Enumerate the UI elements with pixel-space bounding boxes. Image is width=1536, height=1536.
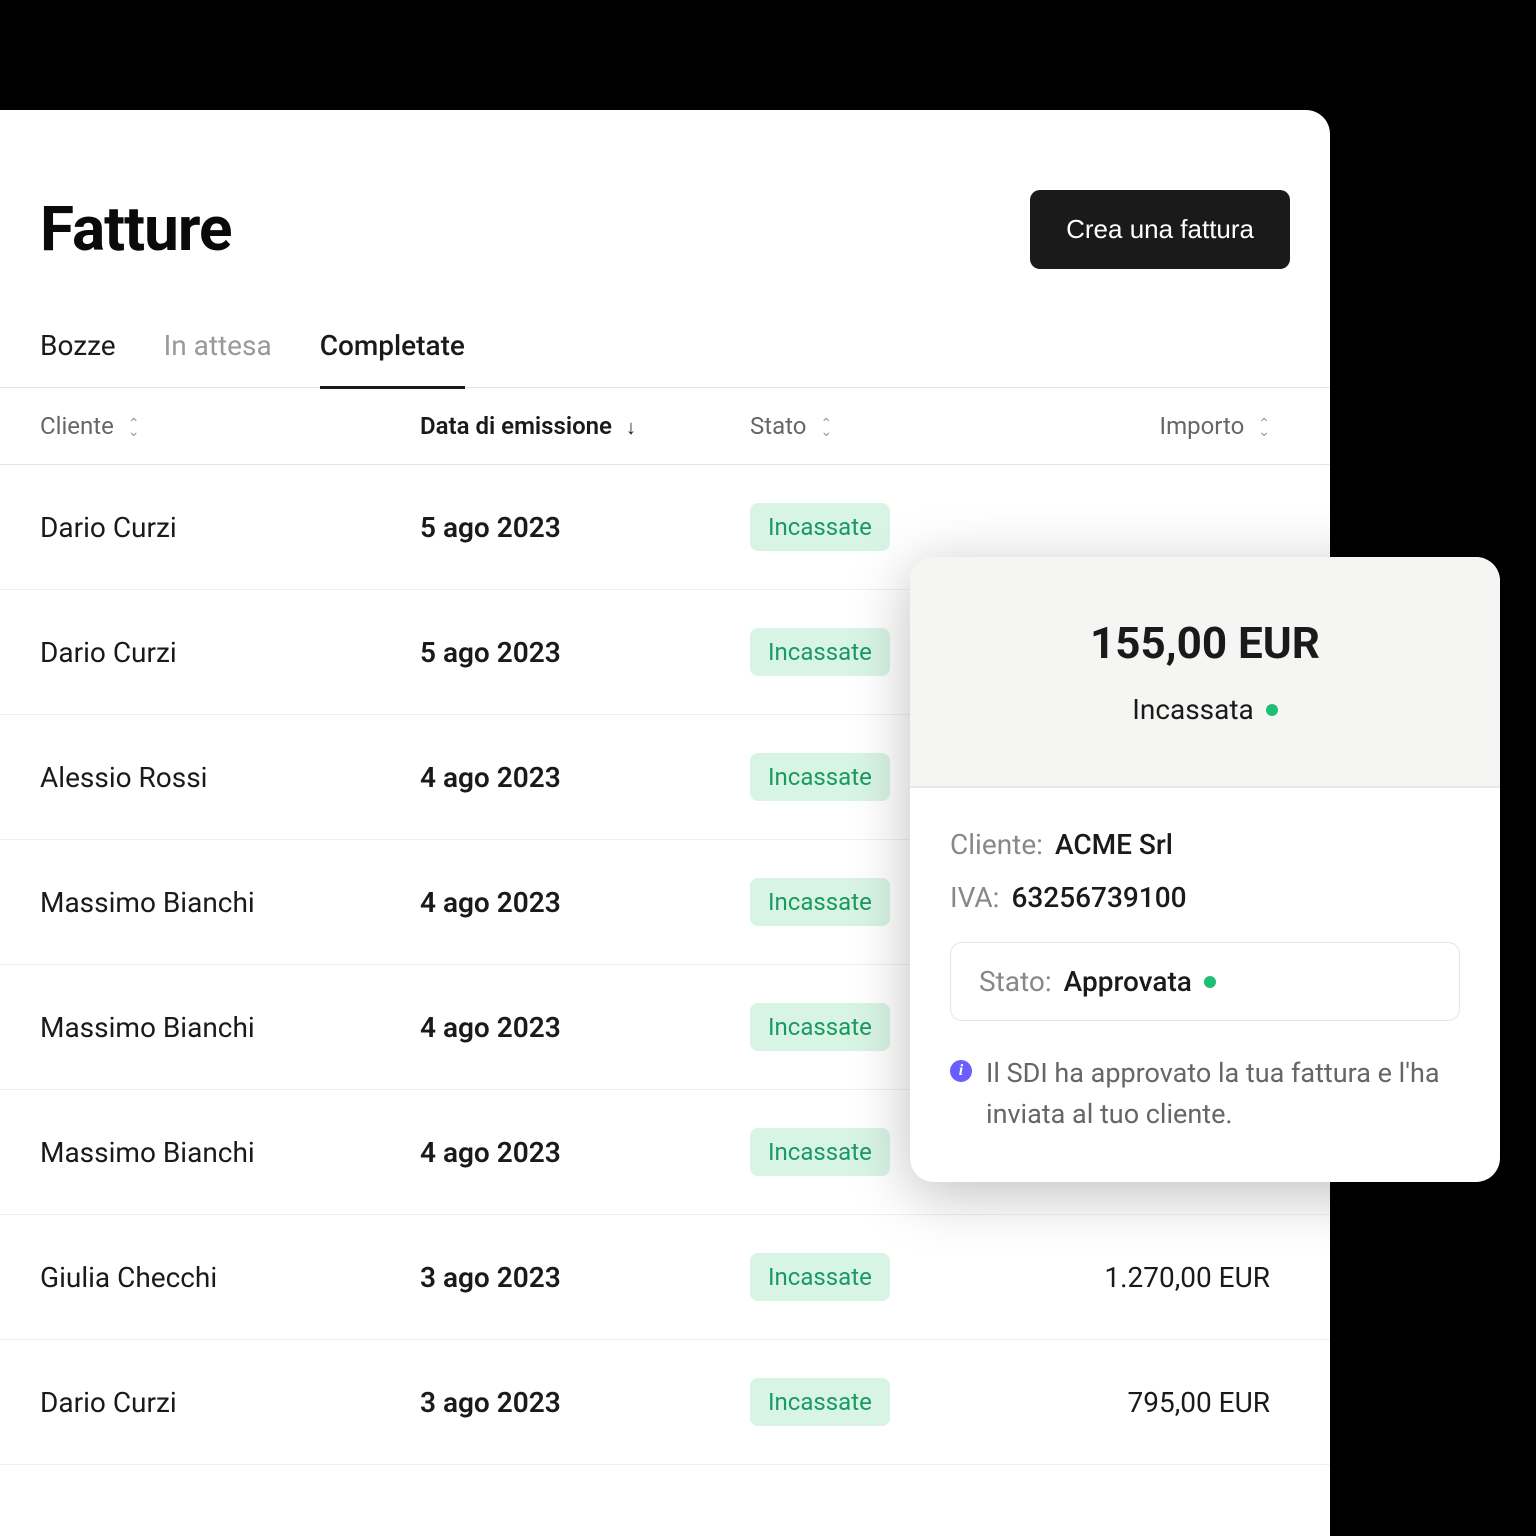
status-badge: Incassate [750, 503, 890, 551]
cell-data: 4 ago 2023 [420, 1136, 750, 1169]
detail-row-iva: IVA: 63256739100 [950, 881, 1460, 914]
sort-down-icon: ↓ [626, 415, 636, 439]
detail-cliente-label: Cliente: [950, 828, 1043, 861]
tab-bozze[interactable]: Bozze [40, 329, 116, 389]
sort-icon [1258, 420, 1270, 436]
info-icon: i [950, 1060, 972, 1082]
cell-stato: Incassate [750, 503, 1050, 551]
cell-cliente: Alessio Rossi [40, 761, 420, 794]
detail-info: i Il SDI ha approvato la tua fattura e l… [950, 1053, 1460, 1134]
detail-iva-value: 63256739100 [1011, 881, 1186, 914]
col-header-data[interactable]: Data di emissione ↓ [420, 412, 750, 440]
col-header-cliente-label: Cliente [40, 412, 114, 440]
table-header: Cliente Data di emissione ↓ Stato Import… [0, 388, 1330, 465]
status-dot-icon [1204, 976, 1216, 988]
cell-data: 5 ago 2023 [420, 511, 750, 544]
detail-status-label: Incassata [1132, 693, 1254, 726]
table-row[interactable]: Giulia Checchi3 ago 2023Incassate 1.270,0… [0, 1215, 1330, 1340]
status-dot-icon [1266, 704, 1278, 716]
table-row[interactable]: Dario Curzi3 ago 2023Incassate 795,00 EUR [0, 1340, 1330, 1465]
status-badge: Incassate [750, 1003, 890, 1051]
col-header-importo[interactable]: Importo [1050, 412, 1290, 440]
sort-icon [128, 420, 140, 436]
col-header-stato[interactable]: Stato [750, 412, 1050, 440]
invoice-detail-panel: 155,00 EUR Incassata Cliente: ACME Srl I… [910, 557, 1500, 1182]
cell-data: 5 ago 2023 [420, 636, 750, 669]
sort-icon [820, 420, 832, 436]
cell-importo: 1.270,00 EUR [1050, 1261, 1290, 1294]
detail-iva-label: IVA: [950, 881, 999, 914]
page-header: Fatture Crea una fattura [0, 110, 1330, 329]
cell-cliente: Massimo Bianchi [40, 1136, 420, 1169]
tabs: Bozze In attesa Completate [0, 329, 1330, 388]
cell-data: 3 ago 2023 [420, 1386, 750, 1419]
col-header-importo-label: Importo [1160, 412, 1245, 440]
detail-header: 155,00 EUR Incassata [910, 557, 1500, 788]
detail-info-text: Il SDI ha approvato la tua fattura e l'h… [986, 1053, 1460, 1134]
cell-cliente: Dario Curzi [40, 511, 420, 544]
status-badge: Incassate [750, 1378, 890, 1426]
status-badge: Incassate [750, 628, 890, 676]
col-header-cliente[interactable]: Cliente [40, 412, 420, 440]
col-header-stato-label: Stato [750, 412, 806, 440]
detail-status: Incassata [950, 693, 1460, 726]
tab-in-attesa[interactable]: In attesa [164, 329, 272, 389]
detail-row-cliente: Cliente: ACME Srl [950, 828, 1460, 861]
create-invoice-button[interactable]: Crea una fattura [1030, 190, 1290, 269]
detail-cliente-value: ACME Srl [1055, 828, 1173, 861]
detail-stato-value: Approvata [1064, 965, 1192, 998]
status-badge: Incassate [750, 1253, 890, 1301]
cell-data: 4 ago 2023 [420, 1011, 750, 1044]
cell-data: 3 ago 2023 [420, 1261, 750, 1294]
cell-data: 4 ago 2023 [420, 886, 750, 919]
cell-stato: Incassate [750, 1378, 1050, 1426]
page-title: Fatture [40, 193, 231, 266]
col-header-data-label: Data di emissione [420, 412, 612, 440]
cell-data: 4 ago 2023 [420, 761, 750, 794]
cell-importo: 795,00 EUR [1050, 1386, 1290, 1419]
detail-body: Cliente: ACME Srl IVA: 63256739100 Stato… [910, 788, 1500, 1182]
detail-stato-label: Stato: [979, 965, 1052, 998]
cell-cliente: Dario Curzi [40, 636, 420, 669]
cell-cliente: Dario Curzi [40, 1386, 420, 1419]
cell-cliente: Giulia Checchi [40, 1261, 420, 1294]
status-badge: Incassate [750, 878, 890, 926]
status-badge: Incassate [750, 1128, 890, 1176]
cell-cliente: Massimo Bianchi [40, 1011, 420, 1044]
cell-cliente: Massimo Bianchi [40, 886, 420, 919]
cell-stato: Incassate [750, 1253, 1050, 1301]
status-badge: Incassate [750, 753, 890, 801]
tab-completate[interactable]: Completate [320, 329, 465, 389]
detail-status-box: Stato: Approvata [950, 942, 1460, 1021]
detail-amount: 155,00 EUR [950, 617, 1460, 669]
